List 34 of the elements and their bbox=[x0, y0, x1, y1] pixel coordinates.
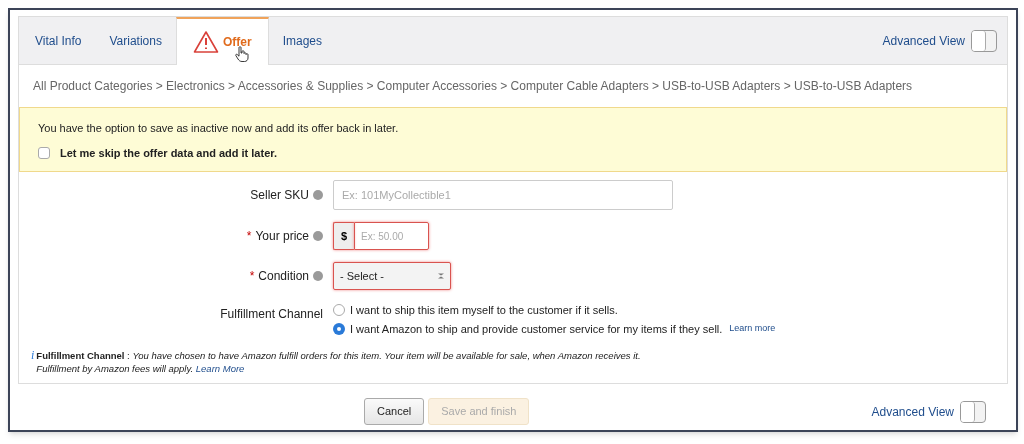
button[interactable]: Cancel bbox=[364, 398, 425, 425]
input-field[interactable]: Ex: 101MyCollectible1 bbox=[333, 180, 673, 210]
info-icon bbox=[313, 231, 323, 241]
field-label: Your price bbox=[255, 228, 309, 245]
radio-button[interactable] bbox=[333, 304, 345, 317]
advanced-view-link[interactable]: Advanced View bbox=[871, 402, 954, 421]
field-label: Seller SKU bbox=[250, 187, 309, 204]
learn-more-link[interactable]: Learn more bbox=[729, 322, 776, 336]
hand-cursor-icon bbox=[234, 46, 249, 62]
radio-label[interactable]: I want to ship this item myself to the customer if it sells. bbox=[350, 302, 618, 319]
tab[interactable]: Images bbox=[268, 17, 336, 64]
info-icon: i bbox=[31, 349, 35, 362]
toggle-switch[interactable] bbox=[971, 29, 997, 52]
note-text: Fulfillment Channel : You have chosen to have Amazon fulfill orders for this item. Your item will be available for sale, when Amazon receives it. Fulfillment by Amazon fees will apply. Learn More bbox=[36, 349, 641, 375]
tab[interactable]: Vital Info bbox=[21, 17, 96, 64]
advanced-view-link[interactable]: Advanced View bbox=[882, 31, 965, 50]
checkbox-label[interactable]: Let me skip the offer data and add it later. bbox=[60, 144, 277, 161]
required-mark: * bbox=[249, 268, 255, 285]
field-label: Fulfillment Channel bbox=[219, 306, 324, 323]
tab[interactable]: Variations bbox=[95, 17, 176, 64]
select-dropdown[interactable]: - Select - bbox=[333, 262, 451, 290]
info-icon bbox=[313, 190, 323, 200]
required-mark: * bbox=[246, 228, 252, 245]
breadcrumb: All Product Categories > Electronics > Accessories & Supplies > Computer Accessories > Computer Cable Adapters > USB-to-USB Adapters > USB-to-USB Adapters bbox=[32, 78, 914, 95]
toggle-switch[interactable] bbox=[960, 400, 986, 423]
info-icon bbox=[313, 271, 323, 281]
currency-prefix: $ bbox=[333, 222, 354, 250]
field-label: Condition bbox=[258, 268, 309, 285]
input-field[interactable]: Ex: 50.00 bbox=[354, 222, 429, 250]
radio-button[interactable] bbox=[333, 322, 345, 335]
radio-label[interactable]: I want Amazon to ship and provide customer service for my items if they sell. bbox=[350, 320, 723, 337]
checkbox[interactable] bbox=[38, 146, 50, 159]
notice-text: You have the option to save as inactive now and add its offer back in later. bbox=[38, 121, 400, 136]
learn-more-link[interactable]: Learn More bbox=[195, 363, 245, 374]
